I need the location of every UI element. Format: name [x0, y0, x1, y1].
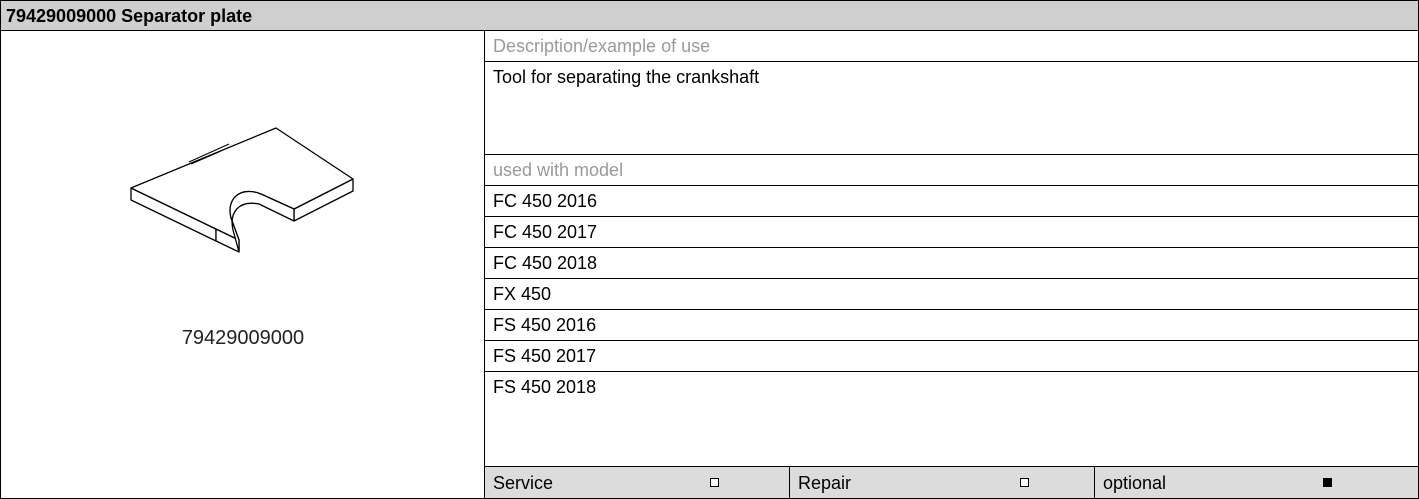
model-row: FS 450 2017 [485, 341, 1418, 372]
model-row: FS 450 2018 [485, 372, 1418, 403]
model-name: FS 450 2016 [493, 315, 597, 335]
repair-cell: Repair [790, 467, 1095, 498]
repair-checkbox[interactable] [1020, 478, 1029, 487]
model-row: FC 450 2018 [485, 248, 1418, 279]
used-with-label-row: used with model [485, 155, 1418, 186]
description-label: Description/example of use [493, 36, 711, 56]
part-number-caption: 79429009000 [181, 327, 305, 349]
service-checkbox[interactable] [710, 478, 719, 487]
optional-label: optional [1103, 473, 1167, 493]
tool-title: 79429009000 Separator plate [6, 6, 253, 26]
description-label-row: Description/example of use [485, 31, 1418, 62]
repair-label: Repair [798, 473, 852, 493]
tool-sheet: 79429009000 Separator plate 79429009000 … [0, 0, 1419, 499]
model-row: FC 450 2017 [485, 217, 1418, 248]
usage-category-bar: Service Repair optional [485, 466, 1418, 498]
model-name: FC 450 2017 [493, 222, 598, 242]
details-panel: Description/example of use Tool for sepa… [485, 31, 1418, 498]
model-row: FS 450 2016 [485, 310, 1418, 341]
separator-plate-illustration [130, 127, 354, 253]
model-name: FC 450 2018 [493, 253, 598, 273]
model-name: FX 450 [493, 284, 552, 304]
model-row: FC 450 2016 [485, 186, 1418, 217]
description-text: Tool for separating the crankshaft [493, 67, 760, 87]
model-name: FS 450 2017 [493, 346, 597, 366]
model-row: FX 450 [485, 279, 1418, 310]
service-label: Service [493, 473, 554, 493]
service-cell: Service [485, 467, 790, 498]
model-name: FS 450 2018 [493, 377, 597, 397]
title-bar: 79429009000 Separator plate [1, 1, 1418, 31]
description-row: Tool for separating the crankshaft [485, 62, 1418, 155]
optional-cell: optional [1095, 467, 1418, 498]
used-with-label: used with model [493, 160, 624, 180]
image-panel: 79429009000 [1, 31, 485, 498]
model-name: FC 450 2016 [493, 191, 598, 211]
optional-checkbox[interactable] [1323, 478, 1332, 487]
